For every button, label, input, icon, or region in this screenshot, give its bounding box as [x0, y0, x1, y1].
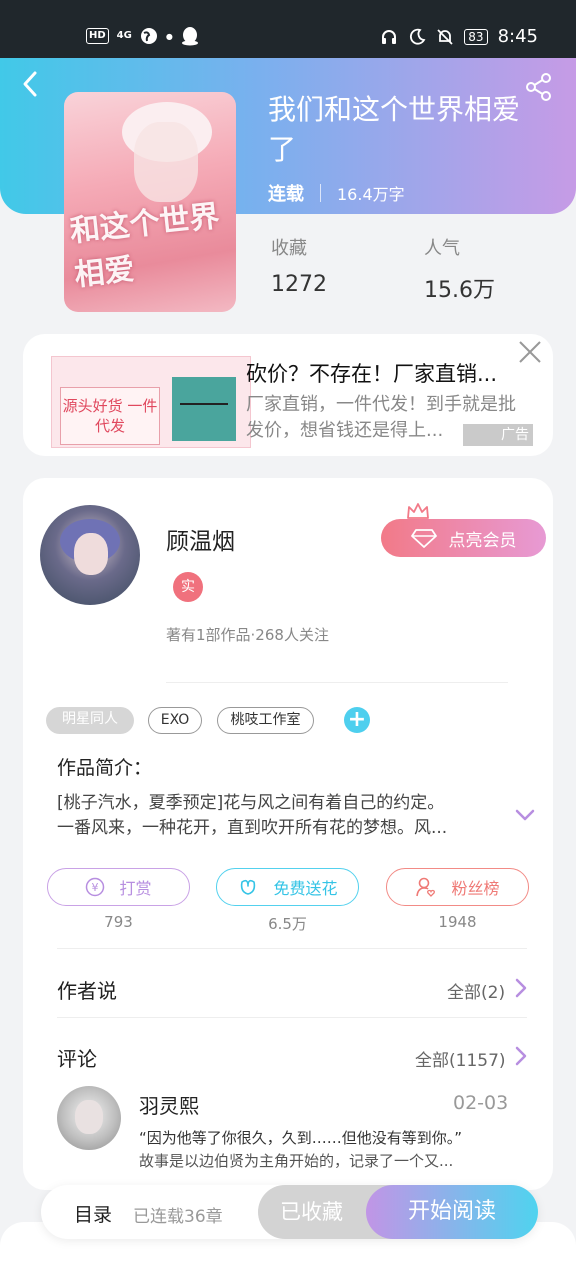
cover-title-art: 和这个世界相爱 [68, 198, 222, 294]
comments-all-link[interactable]: 全部(1157) [415, 1046, 506, 1071]
comment-quote[interactable]: “因为他等了你很久，久到……但他没有等到你。” [139, 1127, 519, 1148]
divider [57, 948, 527, 949]
moon-icon [408, 28, 426, 46]
close-icon [519, 341, 541, 363]
send-flower-label: 免费送花 [273, 879, 338, 898]
tag-chip[interactable]: EXO [148, 707, 202, 734]
ad-image-text: 源头好货 一件代发 [62, 397, 158, 435]
divider [57, 1017, 527, 1018]
flower-count: 6.5万 [268, 915, 307, 933]
verified-badge: 实 [173, 572, 203, 602]
stat-value: 15.6万 [424, 278, 495, 303]
status-bar: HD 4G ● 83 8:45 [0, 0, 576, 58]
vip-button-label: 点亮会员 [448, 530, 517, 551]
tip-button[interactable]: ¥ 打赏 [47, 868, 190, 906]
ad-image-product [172, 377, 236, 441]
intro-line: 一番风来，一种花开，直到吹开所有花的梦想。风... [57, 818, 448, 838]
back-button[interactable] [20, 70, 48, 98]
intro-heading: 作品简介： [57, 757, 153, 779]
ad-image[interactable]: 源头好货 一件代发 [51, 356, 251, 448]
tag-chip[interactable]: 桃吱工作室 [217, 707, 314, 734]
fans-rank-button[interactable]: 粉丝榜 [386, 868, 529, 906]
comment-text[interactable]: 故事是以边伯贤为主角开始的，记录了一个又... [139, 1150, 499, 1171]
chapter-count: 已连载36章 [133, 1207, 223, 1227]
meta-divider [320, 184, 321, 202]
ad-image-panel: 源头好货 一件代发 [60, 387, 160, 445]
author-avatar[interactable] [40, 505, 140, 605]
fans-count: 1948 [438, 913, 477, 931]
ad-title[interactable]: 砍价？不存在！厂家直销... [246, 358, 531, 388]
author-says-all-link[interactable]: 全部(2) [447, 978, 505, 1003]
bell-off-icon [436, 28, 454, 46]
stat-label: 人气 [424, 238, 460, 259]
vip-member-button[interactable]: 点亮会员 [381, 519, 546, 557]
status-left-icons: HD 4G ● [86, 26, 199, 46]
diamond-icon [410, 529, 437, 548]
toc-button[interactable]: 目录 [74, 1200, 112, 1227]
commenter-avatar[interactable] [57, 1086, 121, 1150]
book-status: 连载 [268, 184, 304, 205]
fans-rank-label: 粉丝榜 [451, 879, 500, 898]
author-says-title: 作者说 [57, 979, 117, 1003]
tip-label: 打赏 [119, 879, 152, 898]
start-reading-button[interactable]: 开始阅读 [366, 1185, 538, 1239]
ad-close-button[interactable] [518, 340, 542, 364]
hd-icon: HD [86, 28, 109, 44]
avatar-face [74, 533, 108, 575]
cover-figure-face [134, 122, 198, 202]
signal-4g-icon: 4G [116, 30, 132, 41]
send-flower-button[interactable]: 免费送花 [216, 868, 359, 906]
comment-date: 02-03 [453, 1092, 509, 1114]
stat-favorites: 收藏 1272 [271, 234, 327, 297]
crown-icon [407, 503, 429, 519]
status-right-icons: 83 8:45 [380, 26, 538, 47]
book-cover[interactable]: 和这个世界相爱 [64, 92, 236, 312]
ad-label: 广告 [463, 424, 533, 446]
status-time: 8:45 [497, 26, 538, 47]
tag-chip[interactable]: 明星同人 [46, 707, 134, 734]
dot-icon: ● [165, 31, 173, 41]
commenter-name[interactable]: 羽灵熙 [139, 1090, 199, 1119]
chevron-left-icon [23, 71, 37, 97]
stat-popularity: 人气 15.6万 [424, 234, 495, 304]
qq-icon [181, 26, 199, 46]
author-name[interactable]: 顾温烟 [166, 522, 235, 556]
plus-icon: + [347, 707, 367, 732]
comments-title: 评论 [57, 1047, 97, 1071]
user-heart-icon [416, 877, 436, 897]
yen-coin-icon: ¥ [86, 877, 105, 897]
headphones-icon [380, 28, 398, 46]
chevron-down-icon [515, 809, 535, 821]
book-meta: 连载 16.4万字 [268, 180, 405, 206]
author-info: 著有1部作品·268人关注 [166, 626, 329, 644]
book-word-count: 16.4万字 [337, 185, 405, 204]
chevron-right-icon[interactable] [514, 1046, 528, 1066]
book-title: 我们和这个世界相爱了 [268, 93, 521, 166]
battery-icon: 83 [464, 28, 488, 45]
flower-icon [241, 879, 256, 895]
divider [166, 682, 508, 683]
add-tag-button[interactable]: + [344, 707, 370, 733]
svg-text:¥: ¥ [92, 881, 99, 894]
expand-intro-button[interactable] [514, 804, 536, 826]
stat-value: 1272 [271, 272, 327, 297]
stat-label: 收藏 [271, 238, 307, 259]
globe-icon [140, 27, 158, 45]
tip-count: 793 [104, 913, 133, 931]
intro-line: [桃子汽水，夏季预定]花与风之间有着自己的约定。 [57, 793, 445, 813]
intro-text[interactable]: [桃子汽水，夏季预定]花与风之间有着自己的约定。 一番风来，一种花开，直到吹开所… [57, 791, 497, 841]
chevron-right-icon[interactable] [514, 978, 528, 998]
